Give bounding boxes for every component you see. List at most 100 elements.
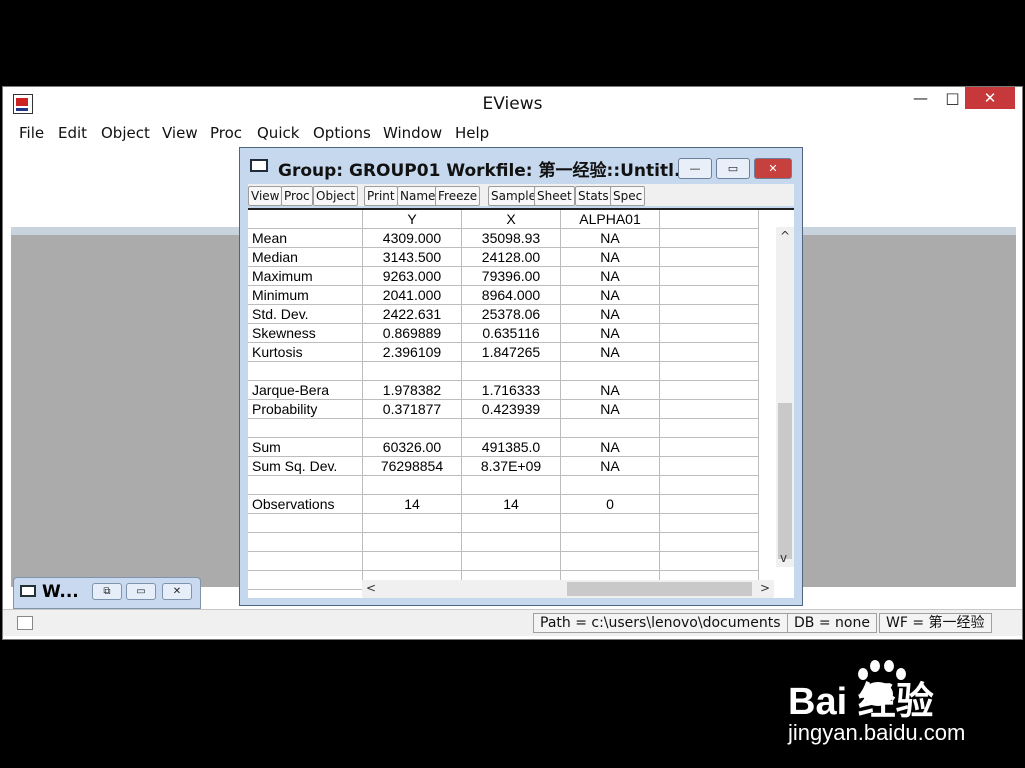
data-cell[interactable]: [659, 456, 759, 476]
data-cell[interactable]: 1.978382: [362, 380, 462, 400]
data-cell[interactable]: 25378.06: [461, 304, 561, 324]
row-label-cell[interactable]: Median: [248, 247, 363, 267]
group-window-titlebar[interactable]: Group: GROUP01 Workfile: 第一经验::Untitl...…: [240, 148, 802, 184]
header-cell[interactable]: [659, 210, 759, 229]
header-cell[interactable]: X: [461, 210, 561, 229]
data-cell[interactable]: [560, 418, 660, 438]
menu-edit[interactable]: Edit: [58, 124, 87, 142]
data-cell[interactable]: 76298854: [362, 456, 462, 476]
data-cell[interactable]: 24128.00: [461, 247, 561, 267]
row-label-cell[interactable]: [248, 570, 363, 590]
row-label-cell[interactable]: Kurtosis: [248, 342, 363, 362]
toolbar-sample-button[interactable]: Sample: [488, 186, 539, 206]
data-cell[interactable]: 14: [461, 494, 561, 514]
close-button[interactable]: ✕: [162, 583, 192, 600]
data-cell[interactable]: NA: [560, 342, 660, 362]
data-cell[interactable]: [362, 475, 462, 495]
header-cell[interactable]: Y: [362, 210, 462, 229]
data-cell[interactable]: 0: [560, 494, 660, 514]
scroll-down-icon[interactable]: v: [780, 551, 787, 565]
toolbar-stats-button[interactable]: Stats: [575, 186, 612, 206]
data-cell[interactable]: 491385.0: [461, 437, 561, 457]
toolbar-freeze-button[interactable]: Freeze: [435, 186, 481, 206]
group-maximize-button[interactable]: ▭: [716, 158, 750, 179]
group-close-button[interactable]: ✕: [754, 158, 792, 179]
data-cell[interactable]: 1.716333: [461, 380, 561, 400]
data-cell[interactable]: 0.371877: [362, 399, 462, 419]
data-cell[interactable]: [461, 532, 561, 552]
data-cell[interactable]: [659, 361, 759, 381]
horizontal-scroll-thumb[interactable]: [567, 582, 752, 596]
maximize-button[interactable]: ▭: [126, 583, 156, 600]
data-cell[interactable]: [362, 532, 462, 552]
menu-options[interactable]: Options: [313, 124, 371, 142]
data-cell[interactable]: NA: [560, 266, 660, 286]
data-cell[interactable]: [560, 475, 660, 495]
data-cell[interactable]: 0.635116: [461, 323, 561, 343]
data-cell[interactable]: 2041.000: [362, 285, 462, 305]
scroll-up-icon[interactable]: ^: [780, 229, 790, 243]
data-cell[interactable]: [362, 551, 462, 571]
data-cell[interactable]: [659, 551, 759, 571]
header-cell[interactable]: [248, 210, 363, 229]
menu-view[interactable]: View: [162, 124, 198, 142]
data-cell[interactable]: [659, 475, 759, 495]
data-cell[interactable]: 8.37E+09: [461, 456, 561, 476]
row-label-cell[interactable]: Sum Sq. Dev.: [248, 456, 363, 476]
data-cell[interactable]: [659, 323, 759, 343]
row-label-cell[interactable]: Observations: [248, 494, 363, 514]
minimize-button[interactable]: —: [904, 87, 937, 109]
data-cell[interactable]: [659, 532, 759, 552]
data-cell[interactable]: NA: [560, 247, 660, 267]
data-cell[interactable]: [659, 437, 759, 457]
toolbar-proc-button[interactable]: Proc: [281, 186, 313, 206]
data-cell[interactable]: [461, 361, 561, 381]
row-label-cell[interactable]: [248, 532, 363, 552]
data-cell[interactable]: NA: [560, 399, 660, 419]
row-label-cell[interactable]: [248, 513, 363, 533]
data-cell[interactable]: NA: [560, 456, 660, 476]
data-cell[interactable]: 0.423939: [461, 399, 561, 419]
row-label-cell[interactable]: Jarque-Bera: [248, 380, 363, 400]
data-cell[interactable]: [659, 285, 759, 305]
toolbar-view-button[interactable]: View: [248, 186, 283, 206]
row-label-cell[interactable]: Minimum: [248, 285, 363, 305]
data-cell[interactable]: [560, 551, 660, 571]
menu-file[interactable]: File: [19, 124, 44, 142]
toolbar-sheet-button[interactable]: Sheet: [534, 186, 575, 206]
row-label-cell[interactable]: Maximum: [248, 266, 363, 286]
toolbar-object-button[interactable]: Object: [313, 186, 359, 206]
data-cell[interactable]: [461, 551, 561, 571]
vertical-scroll-thumb[interactable]: [778, 403, 792, 559]
row-label-cell[interactable]: [248, 551, 363, 571]
restore-button[interactable]: ⧉: [92, 583, 122, 600]
data-cell[interactable]: 1.847265: [461, 342, 561, 362]
data-cell[interactable]: NA: [560, 380, 660, 400]
data-cell[interactable]: 2422.631: [362, 304, 462, 324]
scroll-left-icon[interactable]: <: [366, 581, 376, 595]
toolbar-print-button[interactable]: Print: [364, 186, 398, 206]
menu-quick[interactable]: Quick: [257, 124, 299, 142]
data-grid[interactable]: Y X ALPHA01 Mean 4309.000 35098.93 NA Median…: [248, 208, 794, 598]
minimized-workfile-window[interactable]: W... ⧉ ▭ ✕: [13, 577, 201, 609]
data-cell[interactable]: 2.396109: [362, 342, 462, 362]
data-cell[interactable]: 60326.00: [362, 437, 462, 457]
row-label-cell[interactable]: Probability: [248, 399, 363, 419]
data-cell[interactable]: [659, 266, 759, 286]
data-cell[interactable]: 4309.000: [362, 228, 462, 248]
data-cell[interactable]: 9263.000: [362, 266, 462, 286]
data-cell[interactable]: [659, 304, 759, 324]
data-cell[interactable]: [659, 228, 759, 248]
row-label-cell[interactable]: [248, 418, 363, 438]
menu-object[interactable]: Object: [101, 124, 150, 142]
data-cell[interactable]: [461, 475, 561, 495]
horizontal-scrollbar[interactable]: < >: [362, 580, 774, 598]
toolbar-name-button[interactable]: Name: [397, 186, 439, 206]
row-label-cell[interactable]: Std. Dev.: [248, 304, 363, 324]
data-cell[interactable]: [659, 418, 759, 438]
data-cell[interactable]: 79396.00: [461, 266, 561, 286]
row-label-cell[interactable]: [248, 475, 363, 495]
menu-help[interactable]: Help: [455, 124, 489, 142]
data-cell[interactable]: [461, 418, 561, 438]
data-cell[interactable]: [659, 494, 759, 514]
